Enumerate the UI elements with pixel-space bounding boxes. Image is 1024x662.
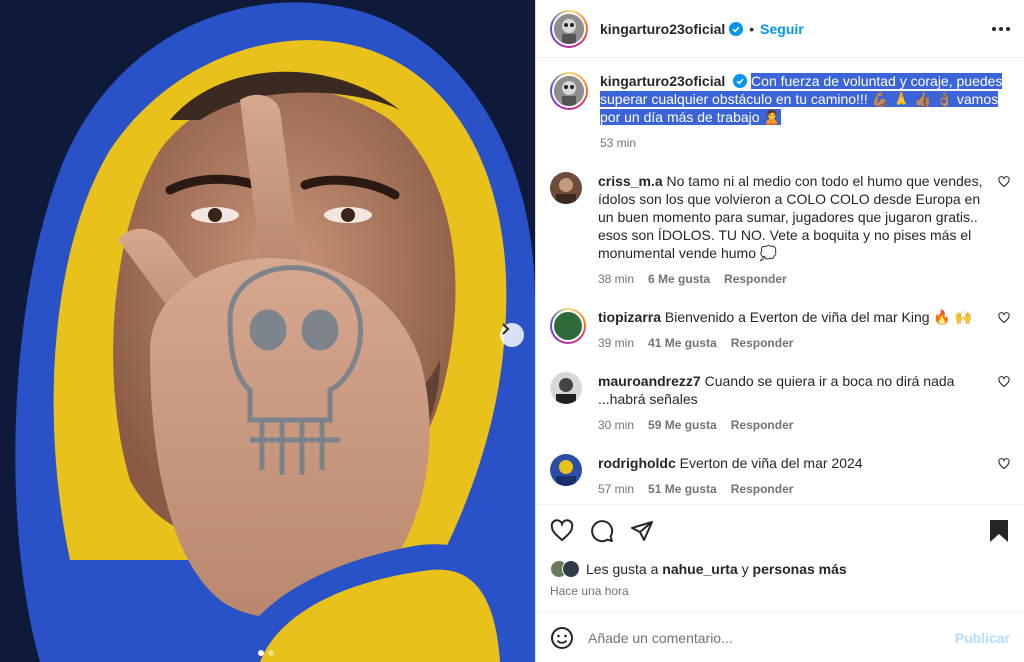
comment-time: 30 min [598, 418, 635, 432]
reply-button[interactable]: Responder [731, 334, 794, 352]
heart-icon[interactable] [998, 458, 1010, 470]
save-button[interactable] [988, 519, 1010, 543]
emoji-button[interactable] [550, 626, 574, 650]
reply-button[interactable]: Responder [724, 270, 787, 288]
heart-icon[interactable] [998, 376, 1010, 388]
comment-time: 39 min [598, 336, 635, 350]
like-button[interactable] [550, 518, 574, 543]
comment-button[interactable] [590, 519, 614, 543]
carousel-next-button[interactable] [500, 323, 524, 347]
comment-likes[interactable]: 6 Me gusta [648, 270, 710, 288]
post-time: Hace una hora [550, 584, 629, 598]
post-media[interactable] [0, 0, 535, 662]
comment-item: mauroandrezz7 Cuando se quiera ir a boca… [550, 372, 1010, 434]
author-username[interactable]: kingarturo23oficial [600, 21, 725, 37]
comment-time: 57 min [598, 482, 635, 496]
add-comment-bar: Publicar [536, 612, 1024, 662]
caption-username[interactable]: kingarturo23oficial [600, 73, 725, 89]
comment-username[interactable]: rodrigholdc [598, 455, 676, 471]
comment-item: tiopizarra Bienvenido a Everton de viña … [550, 308, 1010, 352]
carousel-dot [268, 650, 274, 656]
reply-button[interactable]: Responder [731, 480, 794, 498]
post-dialog: kingarturo23oficial • Seguir kingarturo2… [0, 0, 1024, 662]
post-panel: kingarturo23oficial • Seguir kingarturo2… [535, 0, 1024, 662]
commenter-avatar[interactable] [550, 172, 582, 204]
post-header: kingarturo23oficial • Seguir [536, 0, 1024, 58]
comment-icon [591, 519, 614, 542]
post-photo [0, 0, 535, 662]
more-options-icon[interactable] [992, 26, 1010, 31]
caption-time: 53 min [600, 136, 637, 150]
comment-item: criss_m.a No tamo ni al medio con todo e… [550, 172, 1010, 288]
comment-likes[interactable]: 59 Me gusta [648, 416, 717, 434]
comment-username[interactable]: tiopizarra [598, 309, 661, 325]
likes-user[interactable]: nahue_urta [662, 561, 737, 577]
liker-avatar[interactable] [562, 560, 580, 578]
caption-avatar[interactable] [550, 72, 588, 110]
comment-likes[interactable]: 51 Me gusta [648, 480, 717, 498]
verified-badge-icon [729, 21, 744, 36]
comment-text: Everton de viña del mar 2024 [679, 455, 863, 471]
likes-conj: y [741, 561, 749, 577]
author-avatar[interactable] [550, 9, 588, 48]
follow-button[interactable]: Seguir [760, 21, 804, 37]
action-bar [536, 504, 1024, 556]
comment-username[interactable]: mauroandrezz7 [598, 373, 701, 389]
carousel-dot-active [258, 650, 264, 656]
chevron-right-icon [502, 323, 510, 335]
caption: kingarturo23oficial Con fuerza de volunt… [550, 72, 1010, 152]
comment-username[interactable]: criss_m.a [598, 173, 663, 189]
heart-icon[interactable] [998, 176, 1010, 188]
carousel-indicator [258, 650, 274, 656]
commenter-avatar[interactable] [550, 372, 582, 404]
heart-icon [550, 518, 574, 541]
bookmark-icon [990, 519, 1008, 542]
comment-item: rodrigholdc Everton de viña del mar 2024… [550, 454, 1010, 498]
header-separator: • [749, 20, 755, 37]
share-icon [631, 520, 653, 541]
publish-button[interactable]: Publicar [955, 630, 1010, 646]
comment-time: 38 min [598, 272, 635, 286]
likes-prefix: Les gusta a [586, 561, 659, 577]
heart-icon[interactable] [998, 312, 1010, 324]
comment-likes[interactable]: 41 Me gusta [648, 334, 717, 352]
comment-text: Bienvenido a Everton de viña del mar Kin… [664, 309, 973, 325]
verified-badge-icon [733, 74, 748, 88]
emoji-icon [551, 626, 573, 649]
commenter-avatar[interactable] [550, 308, 586, 344]
likes-others[interactable]: personas más [753, 561, 847, 577]
share-button[interactable] [630, 519, 654, 543]
reply-button[interactable]: Responder [731, 416, 794, 434]
comment-input[interactable] [588, 629, 955, 646]
likes-summary: Les gusta a nahue_urta y personas más [536, 556, 1024, 578]
comments-section[interactable]: kingarturo23oficial Con fuerza de volunt… [536, 58, 1024, 504]
commenter-avatar[interactable] [550, 454, 582, 486]
